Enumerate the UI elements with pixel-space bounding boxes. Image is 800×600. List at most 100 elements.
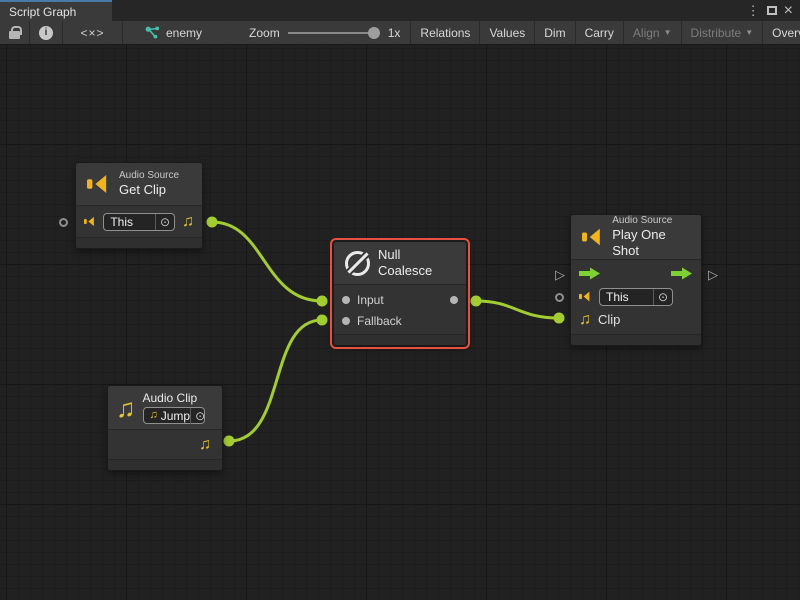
- tab-script-graph[interactable]: Script Graph: [0, 0, 112, 21]
- carry-button[interactable]: Carry: [575, 21, 623, 44]
- audio-source-icon: [582, 227, 604, 247]
- node-title: Audio Clip: [143, 391, 205, 405]
- node-header: Null Coalesce: [334, 242, 466, 285]
- align-label: Align: [633, 26, 660, 40]
- window-controls: ⋮ ×: [747, 0, 800, 21]
- node-footer: [108, 459, 222, 470]
- connected-port-dot: [554, 313, 565, 324]
- values-label: Values: [489, 26, 525, 40]
- relations-label: Relations: [420, 26, 470, 40]
- port-row: This ⊙ ♫: [76, 206, 202, 237]
- code-icon: <×>: [80, 26, 104, 40]
- flow-row: [571, 262, 701, 285]
- this-input-port[interactable]: [555, 293, 564, 302]
- info-icon: i: [39, 26, 53, 40]
- graph-breadcrumb: enemy: [123, 21, 211, 44]
- node-header: ♫ Audio Clip ♫ Jump ⊙: [108, 386, 222, 430]
- connection-wire: [212, 222, 322, 301]
- node-null-coalesce[interactable]: Null Coalesce Input Fallback: [333, 241, 467, 346]
- flow-input-port[interactable]: ▷: [555, 269, 565, 280]
- graph-canvas[interactable]: Audio Source Get Clip This ⊙ ♫: [0, 45, 800, 600]
- flow-out-arrow-icon: [671, 267, 693, 280]
- node-footer: [334, 334, 466, 345]
- node-header: Audio Source Play One Shot: [571, 215, 701, 260]
- lock-icon: [9, 31, 20, 39]
- null-coalesce-icon: [345, 251, 370, 276]
- node-category: Audio Source: [612, 215, 690, 227]
- connected-port-dot: [471, 296, 482, 307]
- this-value: This: [110, 215, 155, 229]
- result-output-port[interactable]: [450, 296, 458, 304]
- this-input-port[interactable]: [59, 218, 68, 227]
- chevron-down-icon: ▼: [745, 28, 753, 37]
- edit-code-button[interactable]: <×>: [63, 21, 123, 44]
- node-title: Null Coalesce: [378, 247, 455, 279]
- align-dropdown[interactable]: Align ▼: [623, 21, 681, 44]
- port-row: ♫: [108, 430, 222, 459]
- input-port[interactable]: [342, 296, 350, 304]
- flow-in-arrow-icon: [579, 267, 601, 280]
- connected-port-dot: [317, 296, 328, 307]
- connection-wire: [229, 320, 322, 441]
- kebab-menu-icon[interactable]: ⋮: [747, 4, 760, 17]
- zoom-label: Zoom: [249, 26, 280, 40]
- zoom-slider-track: [288, 32, 380, 34]
- dim-button[interactable]: Dim: [534, 21, 574, 44]
- close-icon[interactable]: ×: [784, 3, 793, 19]
- clip-label: Clip: [598, 312, 620, 327]
- node-play-one-shot[interactable]: Audio Source Play One Shot: [570, 214, 702, 346]
- node-category: Audio Source: [119, 170, 179, 182]
- audio-clip-icon: ♫: [116, 395, 136, 421]
- port-row-this: This ⊙: [571, 285, 701, 308]
- audio-source-icon: [579, 291, 592, 302]
- maximize-icon[interactable]: [767, 6, 777, 15]
- value-output-icon: ♫: [199, 437, 211, 453]
- distribute-label: Distribute: [691, 26, 742, 40]
- node-audio-clip[interactable]: ♫ Audio Clip ♫ Jump ⊙ ♫: [107, 385, 223, 471]
- audio-source-icon: [87, 174, 111, 194]
- audio-clip-output-icon: ♫: [182, 214, 194, 230]
- relations-button[interactable]: Relations: [410, 21, 479, 44]
- node-body: Input Fallback: [334, 285, 466, 334]
- overview-button[interactable]: Overview: [762, 21, 800, 44]
- tab-bar: Script Graph ⋮ ×: [0, 0, 800, 21]
- distribute-dropdown[interactable]: Distribute ▼: [681, 21, 763, 44]
- toolbar-buttons: Relations Values Dim Carry Align ▼ Distr…: [410, 21, 800, 44]
- connected-port-dot: [224, 436, 235, 447]
- node-title: Get Clip: [119, 182, 179, 198]
- node-footer: [571, 334, 701, 345]
- target-picker-icon[interactable]: ⊙: [190, 408, 209, 424]
- audio-clip-field[interactable]: ♫ Jump ⊙: [143, 407, 205, 424]
- clip-input-icon: ♫: [579, 312, 591, 328]
- port-row-input: Input: [334, 289, 466, 310]
- zoom-slider[interactable]: [288, 26, 380, 40]
- flow-output-port[interactable]: ▷: [708, 269, 718, 280]
- lock-button[interactable]: [0, 21, 30, 44]
- zoom-value: 1x: [388, 26, 401, 40]
- note-icon: ♫: [150, 410, 158, 421]
- node-get-clip[interactable]: Audio Source Get Clip This ⊙ ♫: [75, 162, 203, 249]
- graph-name: enemy: [166, 26, 202, 40]
- input-label: Input: [357, 293, 384, 307]
- zoom-control: Zoom 1x: [239, 21, 410, 44]
- node-header: Audio Source Get Clip: [76, 163, 202, 206]
- carry-label: Carry: [585, 26, 614, 40]
- info-button[interactable]: i: [30, 21, 63, 44]
- values-button[interactable]: Values: [479, 21, 534, 44]
- this-dropdown[interactable]: This ⊙: [103, 213, 175, 231]
- visual-scripting-window: Script Graph ⋮ × i <×> enemy: [0, 0, 800, 600]
- overview-label: Overview: [772, 26, 800, 40]
- port-row-fallback: Fallback: [334, 310, 466, 331]
- node-body: This ⊙ ♫ Clip: [571, 260, 701, 334]
- this-dropdown[interactable]: This ⊙: [599, 288, 673, 306]
- node-title: Play One Shot: [612, 227, 690, 259]
- this-value: This: [606, 290, 653, 304]
- port-row-clip: ♫ Clip: [571, 308, 701, 331]
- zoom-slider-knob[interactable]: [368, 27, 380, 39]
- audio-clip-value: Jump: [161, 409, 190, 423]
- target-picker-icon[interactable]: ⊙: [155, 214, 174, 230]
- target-picker-icon[interactable]: ⊙: [653, 289, 672, 305]
- connected-port-dot: [207, 217, 218, 228]
- tab-title: Script Graph: [9, 5, 76, 19]
- fallback-port[interactable]: [342, 317, 350, 325]
